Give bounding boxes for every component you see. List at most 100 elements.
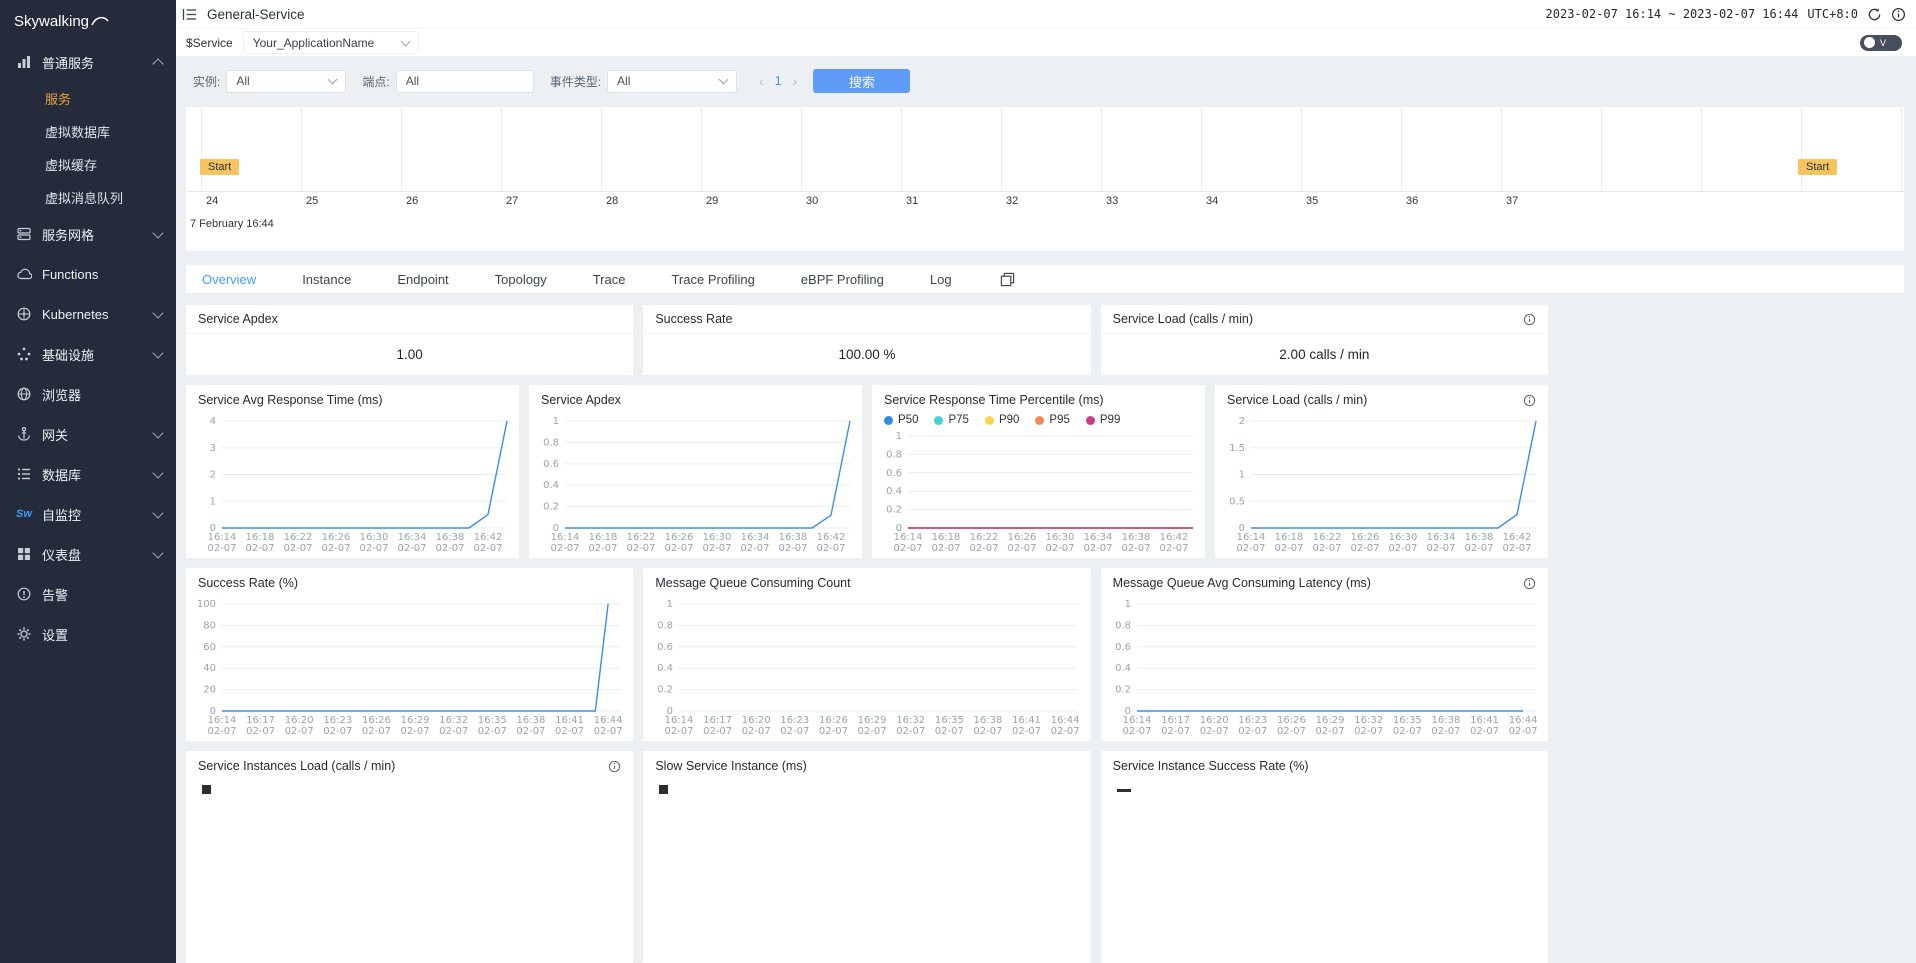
sidebar-item-virtual-mq[interactable]: 虚拟消息队列	[0, 181, 176, 214]
svg-text:16:42: 16:42	[1503, 532, 1532, 543]
svg-text:0.8: 0.8	[543, 437, 559, 448]
service-load-chart: 21.510.5016:1402-0716:1802-0716:2202-071…	[1215, 411, 1548, 558]
svg-text:02-07: 02-07	[401, 726, 430, 737]
kubernetes-icon	[16, 306, 32, 322]
chevron-down-icon	[152, 227, 163, 238]
svg-text:1: 1	[896, 431, 902, 442]
svg-text:02-07: 02-07	[1392, 726, 1421, 737]
tab-topology[interactable]: Topology	[495, 272, 547, 287]
event-start-badge[interactable]: Start	[200, 159, 239, 175]
svg-text:1: 1	[667, 599, 673, 610]
page-title: General-Service	[207, 7, 305, 22]
card-service-load-stat: Service Load (calls / min) 2.00 calls / …	[1100, 304, 1549, 376]
sidebar-item-functions[interactable]: Functions	[0, 254, 176, 294]
tab-trace-profiling[interactable]: Trace Profiling	[671, 272, 754, 287]
svg-text:02-07: 02-07	[896, 726, 925, 737]
svg-text:02-07: 02-07	[816, 543, 845, 554]
sidebar-item-dashboards[interactable]: 仪表盘	[0, 534, 176, 574]
version-toggle[interactable]: V	[1860, 35, 1902, 51]
sidebar-item-database[interactable]: 数据库	[0, 454, 176, 494]
tab-ebpf-profiling[interactable]: eBPF Profiling	[801, 272, 884, 287]
svg-text:02-07: 02-07	[1350, 543, 1379, 554]
info-icon[interactable]	[1523, 313, 1536, 326]
svg-text:02-07: 02-07	[439, 726, 468, 737]
endpoint-input[interactable]	[396, 70, 534, 93]
current-page[interactable]: 1	[775, 74, 782, 88]
svg-text:16:23: 16:23	[1238, 715, 1267, 726]
prev-page-icon[interactable]	[759, 73, 764, 89]
sidebar-item-gateway[interactable]: 网关	[0, 414, 176, 454]
svg-text:0.8: 0.8	[657, 620, 673, 631]
svg-text:02-07: 02-07	[1388, 543, 1417, 554]
card-instance-success-rate: Service Instance Success Rate (%)	[1100, 750, 1549, 963]
sidebar-item-services[interactable]: 服务	[0, 82, 176, 115]
tab-log[interactable]: Log	[930, 272, 952, 287]
sidebar-item-alarm[interactable]: 告警	[0, 574, 176, 614]
tab-trace[interactable]: Trace	[593, 272, 626, 287]
legend-item[interactable]: P95	[1035, 414, 1069, 426]
card-success-rate-chart: Success Rate (%) 10080604020016:1402-071…	[185, 567, 634, 742]
svg-text:0.5: 0.5	[1229, 496, 1245, 507]
legend-item[interactable]: P99	[1086, 414, 1120, 426]
instance-select[interactable]: All	[226, 70, 346, 93]
next-page-icon[interactable]	[793, 73, 798, 89]
sidebar-item-virtual-cache[interactable]: 虚拟缓存	[0, 148, 176, 181]
svg-text:16:29: 16:29	[1315, 715, 1344, 726]
sidebar-item-service-mesh[interactable]: 服务网格	[0, 214, 176, 254]
sidebar-item-infrastructure[interactable]: 基础设施	[0, 334, 176, 374]
event-type-select[interactable]: All	[607, 70, 737, 93]
search-button[interactable]: 搜索	[813, 69, 910, 93]
widget-grid: Service Apdex 1.00 Success Rate 100.00 %…	[185, 304, 1549, 963]
svg-text:16:14: 16:14	[1237, 532, 1266, 543]
svg-text:0.2: 0.2	[886, 505, 902, 516]
legend-swatch[interactable]	[659, 785, 668, 794]
chevron-down-icon	[152, 347, 163, 358]
event-start-badge[interactable]: Start	[1798, 159, 1837, 175]
svg-text:16:26: 16:26	[665, 532, 694, 543]
sidebar-item-label: 虚拟消息队列	[45, 188, 123, 207]
legend-item[interactable]: P75	[934, 414, 968, 426]
tab-endpoint[interactable]: Endpoint	[397, 272, 448, 287]
sidebar-item-label: 网关	[42, 425, 68, 444]
svg-text:02-07: 02-07	[781, 726, 810, 737]
tab-instance[interactable]: Instance	[302, 272, 351, 287]
event-timeline-plot[interactable]: Start Start	[186, 107, 1904, 192]
svg-text:4: 4	[210, 416, 216, 427]
svg-text:16:41: 16:41	[555, 715, 584, 726]
legend-item[interactable]: P90	[985, 414, 1019, 426]
info-icon[interactable]	[608, 760, 621, 773]
sidebar-item-settings[interactable]: 设置	[0, 614, 176, 654]
self-monitor-icon: Sw	[16, 506, 32, 522]
info-icon[interactable]	[1891, 7, 1906, 22]
collapse-menu-icon[interactable]	[182, 8, 197, 21]
svg-text:16:17: 16:17	[704, 715, 733, 726]
svg-text:16:14: 16:14	[1122, 715, 1151, 726]
gateway-icon	[16, 426, 32, 442]
legend-item[interactable]: P50	[884, 414, 918, 426]
card-service-load-chart: Service Load (calls / min) 21.510.5016:1…	[1214, 384, 1549, 559]
info-icon[interactable]	[1523, 577, 1536, 590]
axis-tick: 32	[1006, 195, 1018, 207]
event-timeline: Start Start 24 25 26 27 28 29 30 31 32 3…	[185, 106, 1905, 252]
svg-text:02-07: 02-07	[478, 726, 507, 737]
sidebar-submenu: 服务 虚拟数据库 虚拟缓存 虚拟消息队列	[0, 82, 176, 214]
info-icon[interactable]	[1523, 394, 1536, 407]
sidebar-item-label: 虚拟缓存	[45, 155, 97, 174]
svg-text:02-07: 02-07	[1464, 543, 1493, 554]
card-title: Service Load (calls / min)	[1227, 393, 1367, 407]
sidebar-item-browser[interactable]: 浏览器	[0, 374, 176, 414]
legend-swatch[interactable]	[1117, 789, 1131, 792]
refresh-icon[interactable]	[1867, 7, 1882, 22]
time-range[interactable]: 2023-02-07 16:14 ~ 2023-02-07 16:44	[1546, 7, 1799, 21]
svg-text:16:18: 16:18	[932, 532, 961, 543]
sidebar-item-virtual-database[interactable]: 虚拟数据库	[0, 115, 176, 148]
sidebar-item-kubernetes[interactable]: Kubernetes	[0, 294, 176, 334]
sidebar-item-self-observability[interactable]: Sw 自监控	[0, 494, 176, 534]
svg-text:16:38: 16:38	[974, 715, 1003, 726]
copy-icon[interactable]	[1000, 272, 1015, 287]
chevron-down-icon	[152, 507, 163, 518]
sidebar-item-general-service[interactable]: 普通服务	[0, 42, 176, 82]
legend-swatch[interactable]	[202, 785, 211, 794]
service-select[interactable]: Your_ApplicationName	[243, 31, 420, 54]
tab-overview[interactable]: Overview	[202, 272, 256, 287]
